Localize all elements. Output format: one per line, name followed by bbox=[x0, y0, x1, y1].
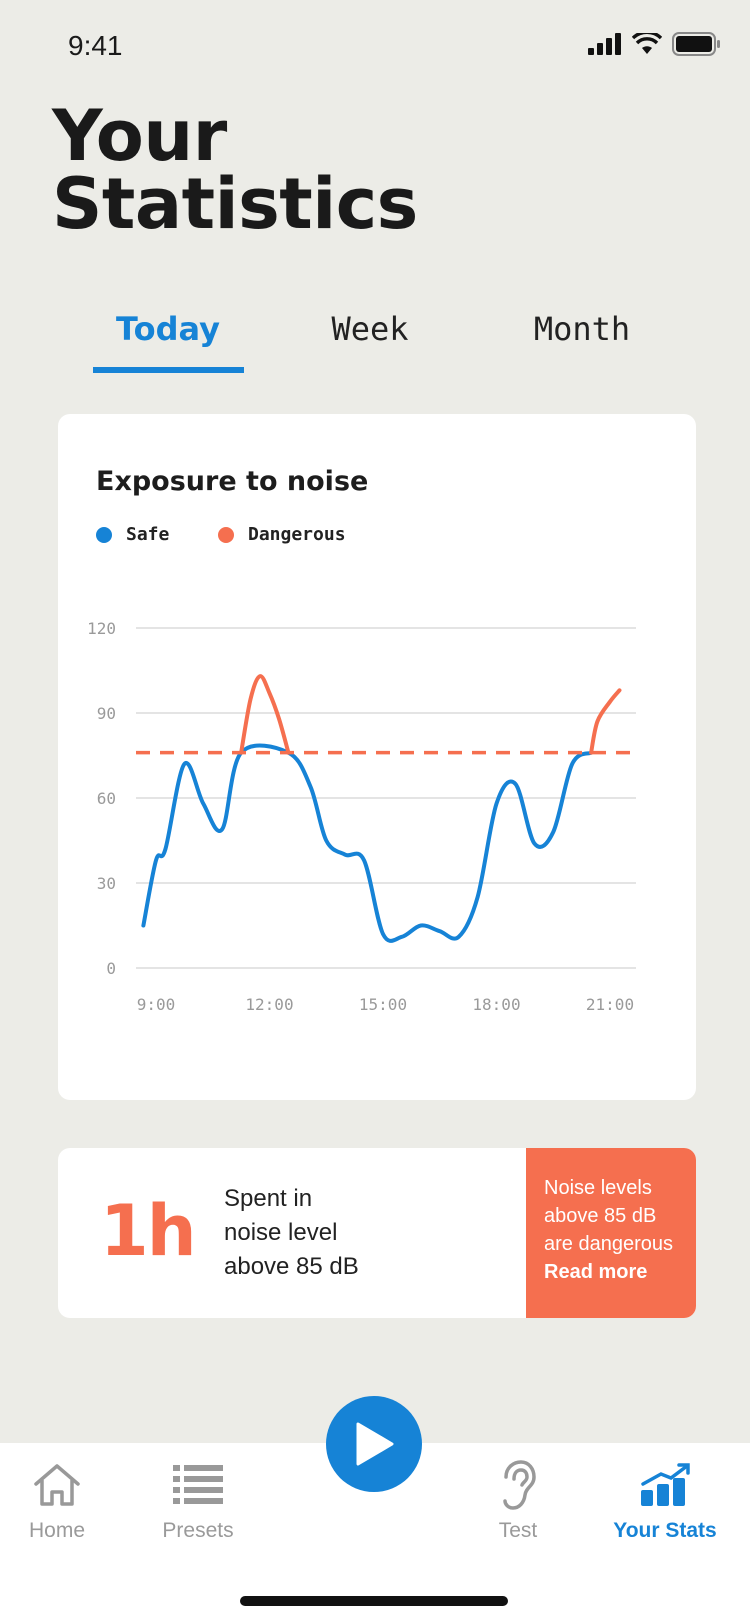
nav-test-label: Test bbox=[498, 1519, 538, 1542]
y-tick-label: 90 bbox=[97, 704, 116, 723]
legend-safe: Safe bbox=[96, 524, 169, 545]
status-icons bbox=[588, 32, 720, 56]
play-icon bbox=[356, 1422, 394, 1466]
stats-icon bbox=[641, 1463, 690, 1506]
x-tick-label: 21:00 bbox=[586, 995, 634, 1014]
read-more-link[interactable]: Read more bbox=[544, 1258, 696, 1286]
exposure-summary-card: 1h Spent in noise level above 85 dB Nois… bbox=[58, 1148, 696, 1318]
nav-test[interactable]: Test bbox=[443, 1443, 593, 1543]
page-title: Your Statistics bbox=[52, 95, 418, 245]
signal-icon bbox=[588, 33, 621, 55]
nav-presets[interactable]: Presets bbox=[123, 1443, 273, 1543]
exposure-description: Spent in noise level above 85 dB bbox=[224, 1185, 359, 1280]
series-line-dangerous bbox=[239, 674, 291, 755]
wifi-icon bbox=[632, 33, 662, 54]
tab-month[interactable]: Month bbox=[534, 310, 630, 348]
nav-presets-label: Presets bbox=[162, 1519, 234, 1542]
nav-home[interactable]: Home bbox=[0, 1443, 132, 1543]
tab-today[interactable]: Today bbox=[116, 310, 220, 348]
y-tick-label: 0 bbox=[106, 959, 116, 978]
series-line-safe bbox=[141, 743, 594, 943]
y-tick-label: 120 bbox=[87, 619, 116, 638]
home-indicator bbox=[240, 1596, 508, 1606]
status-time: 9:41 bbox=[68, 30, 123, 61]
legend-safe-label: Safe bbox=[126, 524, 170, 545]
noise-chart: 0 30 60 90 120 9:00 12:00 15:00 18:00 21:00 bbox=[87, 619, 636, 1014]
y-tick-label: 60 bbox=[97, 789, 116, 808]
tab-active-indicator bbox=[93, 367, 244, 373]
x-tick-label: 18:00 bbox=[472, 995, 520, 1014]
danger-warning-panel[interactable]: Noise levels above 85 dB are dangerous R… bbox=[526, 1148, 696, 1318]
x-tick-label: 12:00 bbox=[245, 995, 293, 1014]
list-icon bbox=[173, 1465, 223, 1504]
nav-your-stats-label: Your Stats bbox=[613, 1519, 717, 1542]
legend-safe-dot bbox=[96, 526, 112, 543]
series-line-dangerous bbox=[589, 688, 622, 755]
chart-title: Exposure to noise bbox=[96, 466, 369, 497]
y-tick-label: 30 bbox=[97, 874, 116, 893]
ear-icon bbox=[503, 1460, 536, 1510]
legend-dangerous-label: Dangerous bbox=[248, 524, 346, 545]
danger-warning-text: Noise levels above 85 dB are dangerous bbox=[544, 1177, 673, 1255]
tab-week[interactable]: Week bbox=[331, 310, 408, 348]
play-button[interactable] bbox=[326, 1396, 422, 1492]
x-tick-label: 9:00 bbox=[137, 995, 176, 1014]
home-icon bbox=[34, 1464, 80, 1506]
x-tick-label: 15:00 bbox=[359, 995, 407, 1014]
nav-your-stats[interactable]: Your Stats bbox=[590, 1443, 740, 1543]
nav-home-label: Home bbox=[28, 1519, 86, 1542]
legend-dangerous-dot bbox=[218, 526, 234, 543]
battery-icon bbox=[672, 32, 720, 56]
exposure-duration: 1h bbox=[100, 1190, 197, 1272]
chart-card: 0 30 60 90 120 9:00 12:00 15:00 18:00 21:00 Expos… bbox=[58, 414, 696, 1100]
legend-dangerous: Dangerous bbox=[218, 524, 346, 545]
